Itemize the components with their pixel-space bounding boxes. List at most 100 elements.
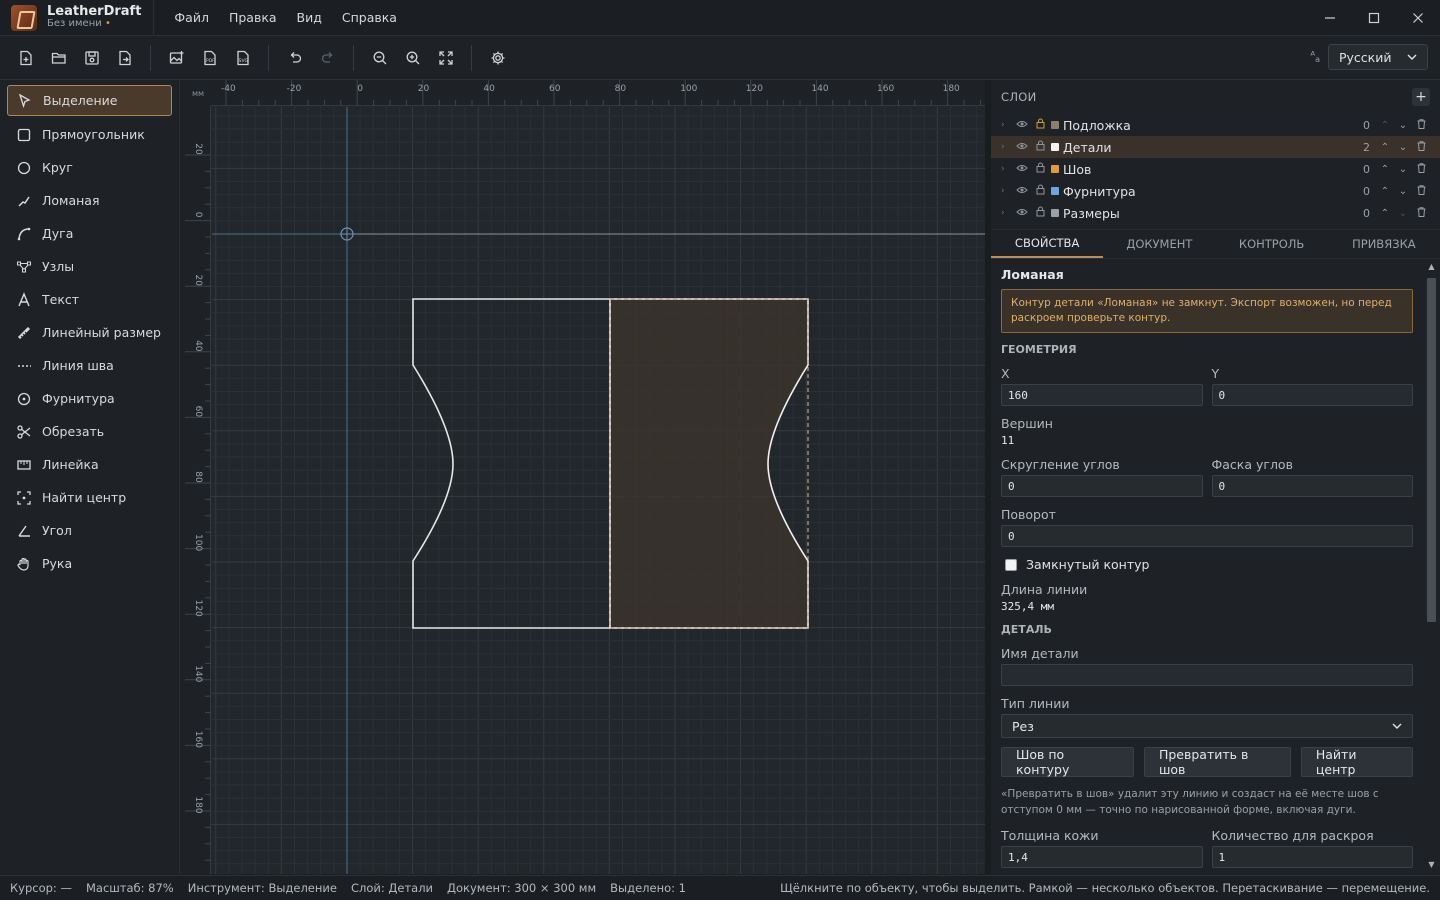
eye-icon[interactable] — [1013, 142, 1031, 153]
find-center-button[interactable]: Найти центр — [1300, 747, 1413, 777]
eye-icon[interactable] — [1013, 186, 1031, 197]
export-image-button[interactable] — [160, 43, 193, 73]
rotation-input[interactable]: 0 — [1001, 525, 1413, 547]
tool-dimension[interactable]: Линейный размер — [0, 316, 179, 349]
trash-icon[interactable] — [1412, 162, 1430, 176]
menu-help[interactable]: Справка — [332, 10, 407, 25]
tab-properties[interactable]: СВОЙСТВА — [991, 230, 1104, 258]
fit-view-button[interactable] — [429, 43, 462, 73]
chevron-right-icon[interactable]: › — [1001, 142, 1013, 152]
chevron-right-icon[interactable]: › — [1001, 120, 1013, 130]
export-pdf-button[interactable]: PDF — [193, 43, 226, 73]
tool-nodes[interactable]: Узлы — [0, 250, 179, 283]
layer-row[interactable]: › Фурнитура 0 ⌃ ⌄ — [991, 180, 1440, 202]
move-up-icon[interactable]: ⌃ — [1376, 208, 1394, 219]
close-button[interactable] — [1396, 0, 1440, 36]
corner-rounding-input[interactable]: 0 — [1001, 475, 1203, 497]
menu-file[interactable]: Файл — [164, 10, 219, 25]
add-layer-button[interactable]: + — [1412, 88, 1430, 106]
tool-rectangle[interactable]: Прямоугольник — [0, 118, 179, 151]
drawing-canvas[interactable]: -40 -20 0 20 40 60 80 100 120 140 160 180 20 0 20 40 60… — [185, 80, 985, 874]
line-type-select[interactable]: Рез — [1001, 714, 1413, 738]
move-down-icon[interactable]: ⌄ — [1394, 142, 1412, 153]
close-icon — [1413, 13, 1423, 23]
move-down-icon[interactable]: ⌄ — [1394, 208, 1412, 219]
scroll-down-icon[interactable]: ▼ — [1423, 860, 1440, 874]
scrollbar-thumb[interactable] — [1427, 278, 1436, 622]
drawing-surface[interactable] — [212, 107, 985, 874]
layer-name: Подложка — [1063, 117, 1131, 133]
redo-icon — [321, 51, 332, 63]
lock-icon[interactable] — [1031, 162, 1049, 176]
corner-chamfer-input[interactable]: 0 — [1211, 475, 1413, 497]
tab-control[interactable]: КОНТРОЛЬ — [1216, 230, 1328, 258]
tool-text[interactable]: Текст — [0, 283, 179, 316]
chevron-right-icon[interactable]: › — [1001, 186, 1013, 196]
lock-icon[interactable] — [1031, 118, 1049, 132]
trash-icon[interactable] — [1412, 206, 1430, 220]
minimize-button[interactable] — [1308, 0, 1352, 36]
trash-icon[interactable] — [1412, 118, 1430, 132]
layer-row[interactable]: › Шов 0 ⌃ ⌄ — [991, 158, 1440, 180]
maximize-button[interactable] — [1352, 0, 1396, 36]
trash-icon[interactable] — [1412, 184, 1430, 198]
detail-name-input[interactable] — [1001, 664, 1413, 686]
save-as-button[interactable] — [108, 43, 141, 73]
move-down-icon[interactable]: ⌄ — [1394, 120, 1412, 131]
eye-icon[interactable] — [1013, 164, 1031, 175]
closed-contour-checkbox[interactable] — [1005, 558, 1017, 571]
open-file-button[interactable] — [42, 43, 75, 73]
settings-button[interactable] — [481, 43, 514, 73]
scroll-up-icon[interactable]: ▲ — [1423, 262, 1440, 276]
menu-view[interactable]: Вид — [287, 10, 332, 25]
layer-row[interactable]: › Размеры 0 ⌃ ⌄ — [991, 202, 1440, 224]
zoom-out-button[interactable] — [363, 43, 396, 73]
tab-snapping[interactable]: ПРИВЯЗКА — [1328, 230, 1440, 258]
redo-button[interactable] — [311, 43, 344, 73]
move-up-icon[interactable]: ⌃ — [1376, 142, 1394, 153]
trash-icon[interactable] — [1412, 140, 1430, 154]
tool-arc[interactable]: Дуга — [0, 217, 179, 250]
save-button[interactable] — [75, 43, 108, 73]
eye-icon[interactable] — [1013, 120, 1031, 131]
lock-icon[interactable] — [1031, 206, 1049, 220]
menu-edit[interactable]: Правка — [219, 10, 287, 25]
tool-seam-line[interactable]: Линия шва — [0, 349, 179, 382]
tool-ruler[interactable]: Линейка — [0, 448, 179, 481]
tool-polyline[interactable]: Ломаная — [0, 184, 179, 217]
tool-cursor[interactable]: Выделение — [7, 85, 172, 116]
move-up-icon[interactable]: ⌃ — [1376, 120, 1394, 131]
chevron-right-icon[interactable]: › — [1001, 208, 1013, 218]
tool-center[interactable]: Найти центр — [0, 481, 179, 514]
new-file-button[interactable] — [9, 43, 42, 73]
tool-scissors[interactable]: Обрезать — [0, 415, 179, 448]
language-select[interactable]: Русский — [1328, 44, 1428, 70]
move-up-icon[interactable]: ⌃ — [1376, 186, 1394, 197]
move-down-icon[interactable]: ⌄ — [1394, 164, 1412, 175]
layer-row[interactable]: › Подложка 0 ⌃ ⌄ — [991, 114, 1440, 136]
leather-thickness-input[interactable]: 1,4 — [1001, 846, 1203, 868]
x-input[interactable]: 160 — [1001, 384, 1203, 406]
tab-document[interactable]: ДОКУМЕНТ — [1103, 230, 1215, 258]
eye-icon[interactable] — [1013, 208, 1031, 219]
export-svg-button[interactable]: SVG — [226, 43, 259, 73]
tool-hand[interactable]: Рука — [0, 547, 179, 580]
lock-icon[interactable] — [1031, 140, 1049, 154]
unsaved-indicator: • — [104, 17, 111, 29]
undo-button[interactable] — [278, 43, 311, 73]
lock-icon[interactable] — [1031, 184, 1049, 198]
y-input[interactable]: 0 — [1211, 384, 1413, 406]
convert-to-seam-button[interactable]: Превратить в шов — [1143, 747, 1291, 777]
chevron-right-icon[interactable]: › — [1001, 164, 1013, 174]
tool-circle[interactable]: Круг — [0, 151, 179, 184]
seam-along-contour-button[interactable]: Шов по контуру — [1001, 747, 1134, 777]
layer-row[interactable]: › Детали 2 ⌃ ⌄ — [991, 136, 1440, 158]
cut-quantity-input[interactable]: 1 — [1211, 846, 1413, 868]
tool-angle[interactable]: Угол — [0, 514, 179, 547]
move-up-icon[interactable]: ⌃ — [1376, 164, 1394, 175]
properties-scrollbar[interactable]: ▲ ▼ — [1423, 260, 1440, 874]
zoom-in-button[interactable] — [396, 43, 429, 73]
move-down-icon[interactable]: ⌄ — [1394, 186, 1412, 197]
gear-icon — [491, 51, 504, 64]
tool-hardware[interactable]: Фурнитура — [0, 382, 179, 415]
